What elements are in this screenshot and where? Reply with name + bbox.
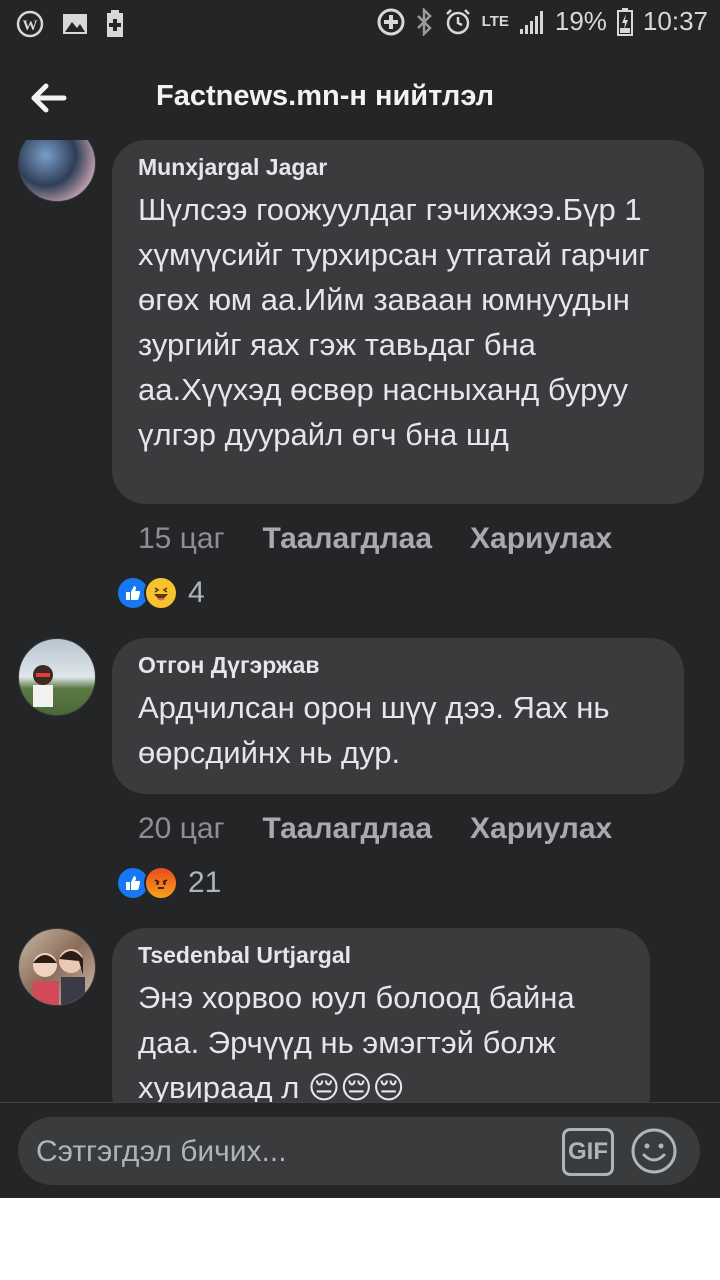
comment-text: Энэ хорвоо юул болоод байна даа. Эрчүүд … <box>138 980 575 1102</box>
gallery-icon <box>62 12 88 36</box>
battery-saver-icon <box>106 10 124 38</box>
network-type-label: LTE <box>481 13 509 30</box>
signal-icon <box>519 9 545 35</box>
avatar[interactable] <box>18 638 96 716</box>
comment-bubble[interactable]: Tsedenbal Urtjargal Энэ хорвоо юул болоо… <box>112 928 650 1102</box>
comment-text: Шүлсээ гоожуулдаг гэчихжээ.Бүр 1 хүмүүси… <box>138 192 650 452</box>
reply-button[interactable]: Хариулах <box>470 812 612 846</box>
avatar[interactable] <box>18 140 96 202</box>
comment-actions: 15 цаг Таалагдлаа Хариулах <box>138 522 612 556</box>
app-screen: W LTE 19% 10:37 Factnews.mn-н нийтлэл Mu… <box>0 0 720 1198</box>
battery-icon <box>616 7 633 36</box>
status-bar: W LTE 19% 10:37 <box>0 0 720 50</box>
like-button[interactable]: Таалагдлаа <box>263 522 433 556</box>
reaction-count: 4 <box>188 576 205 609</box>
alarm-icon <box>444 8 472 36</box>
comment-author[interactable]: Tsedenbal Urtjargal <box>138 942 624 969</box>
comment-list[interactable]: Munxjargal Jagar Шүлсээ гоожуулдаг гэчих… <box>0 140 720 1102</box>
comment-time[interactable]: 20 цаг <box>138 812 225 846</box>
battery-percent: 19% <box>554 6 607 36</box>
gif-button[interactable]: GIF <box>562 1128 614 1176</box>
avatar[interactable] <box>18 928 96 1006</box>
page-header: Factnews.mn-н нийтлэл <box>0 60 720 140</box>
page-title: Factnews.mn-н нийтлэл <box>156 80 495 112</box>
angry-reaction-icon <box>144 866 178 900</box>
reply-button[interactable]: Хариулах <box>470 522 612 556</box>
comment-bubble[interactable]: Отгон Дүгэржав Ардчилсан орон шүү дээ. Я… <box>112 638 684 794</box>
comment-time[interactable]: 15 цаг <box>138 522 225 556</box>
comment-actions: 20 цаг Таалагдлаа Хариулах <box>138 812 612 846</box>
like-button[interactable]: Таалагдлаа <box>263 812 433 846</box>
smiley-icon <box>631 1128 677 1174</box>
reactions-summary[interactable]: 4 <box>116 576 205 610</box>
comment-input[interactable] <box>34 1117 538 1187</box>
svg-text:W: W <box>23 18 38 34</box>
comment-text: Ардчилсан орон шүү дээ. Яах нь өөрсдийнх… <box>138 690 610 770</box>
comment-composer: GIF <box>0 1102 720 1198</box>
comment-input-container[interactable]: GIF <box>18 1117 700 1187</box>
reactions-summary[interactable]: 21 <box>116 866 221 900</box>
sticker-button[interactable] <box>630 1127 678 1175</box>
wordpress-icon: W <box>16 10 44 38</box>
comment-author[interactable]: Munxjargal Jagar <box>138 154 678 181</box>
arrow-left-icon <box>31 83 67 113</box>
bluetooth-icon <box>416 7 434 36</box>
back-button[interactable] <box>24 74 72 122</box>
clock: 10:37 <box>642 6 708 36</box>
data-saver-icon <box>376 7 406 37</box>
haha-reaction-icon <box>144 576 178 610</box>
comment-bubble[interactable]: Munxjargal Jagar Шүлсээ гоожуулдаг гэчих… <box>112 140 704 504</box>
reaction-count: 21 <box>188 866 222 899</box>
comment-author[interactable]: Отгон Дүгэржав <box>138 652 658 679</box>
